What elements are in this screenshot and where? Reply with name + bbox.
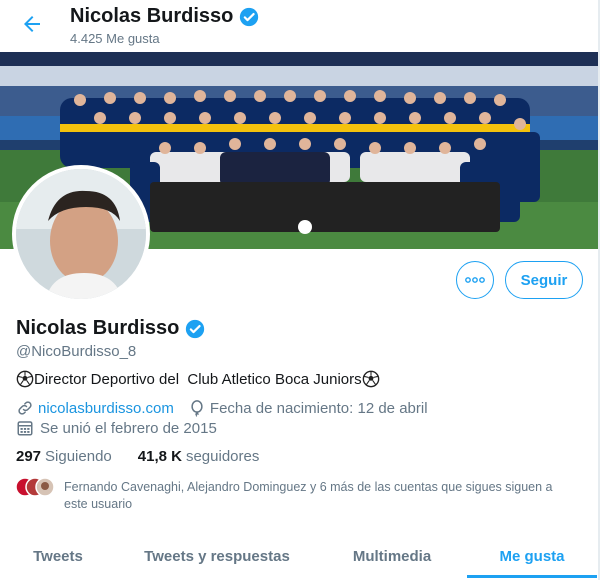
website-link[interactable]: nicolasburdisso.com [38,400,174,417]
soccer-ball-icon [16,370,34,388]
followed-by-text-cont[interactable]: este usuario [64,497,132,511]
follow-counts: 297 Siguiendo 41,8 K seguidores [16,448,259,465]
profile-meta-row: nicolasburdisso.com Fecha de nacimiento:… [16,399,428,417]
header-title: Nicolas Burdisso [70,5,259,28]
birthday-text: Fecha de nacimiento: 12 de abril [209,399,428,417]
tab-likes[interactable]: Me gusta [466,533,598,580]
back-arrow-icon[interactable] [20,12,44,36]
followed-by-avatars[interactable] [16,477,56,497]
tab-media[interactable]: Multimedia [318,533,466,580]
header-likes-count: 4.425 Me gusta [70,31,160,46]
profile-name-row: Nicolas Burdisso [16,317,205,340]
joined-text: Se unió el febrero de 2015 [40,419,217,437]
followers-label[interactable]: seguidores [186,448,259,465]
profile-handle: @NicoBurdisso_8 [16,343,137,360]
following-count[interactable]: 297 [16,448,41,465]
bio-text: Director Deportivo del Club Atletico Boc… [34,370,362,388]
profile-bio: Director Deportivo del Club Atletico Boc… [16,370,380,388]
active-tab-indicator [467,575,597,578]
more-options-icon [465,277,485,283]
followed-by-text[interactable]: Fernando Cavenaghi, Alejandro Dominguez … [64,478,574,497]
following-label[interactable]: Siguiendo [45,448,112,465]
profile-tabs: Tweets Tweets y respuestas Multimedia Me… [0,533,600,580]
profile-name: Nicolas Burdisso [16,317,180,339]
tab-tweets-replies[interactable]: Tweets y respuestas [116,533,318,580]
profile-avatar[interactable] [12,165,150,303]
follow-button[interactable]: Seguir [505,261,583,299]
header-name: Nicolas Burdisso [70,5,234,27]
verified-badge-icon [186,319,205,338]
top-bar: Nicolas Burdisso 4.425 Me gusta [0,0,600,52]
soccer-ball-icon [362,370,379,388]
verified-badge-icon [240,7,259,26]
tab-tweets[interactable]: Tweets [0,533,116,580]
link-icon [18,401,32,415]
calendar-icon [17,421,33,436]
followers-count[interactable]: 41,8 K [138,448,182,465]
more-options-button[interactable] [456,261,494,299]
joined-row: Se unió el febrero de 2015 [16,419,217,437]
avatar-photo [16,169,146,299]
balloon-icon [191,400,203,417]
